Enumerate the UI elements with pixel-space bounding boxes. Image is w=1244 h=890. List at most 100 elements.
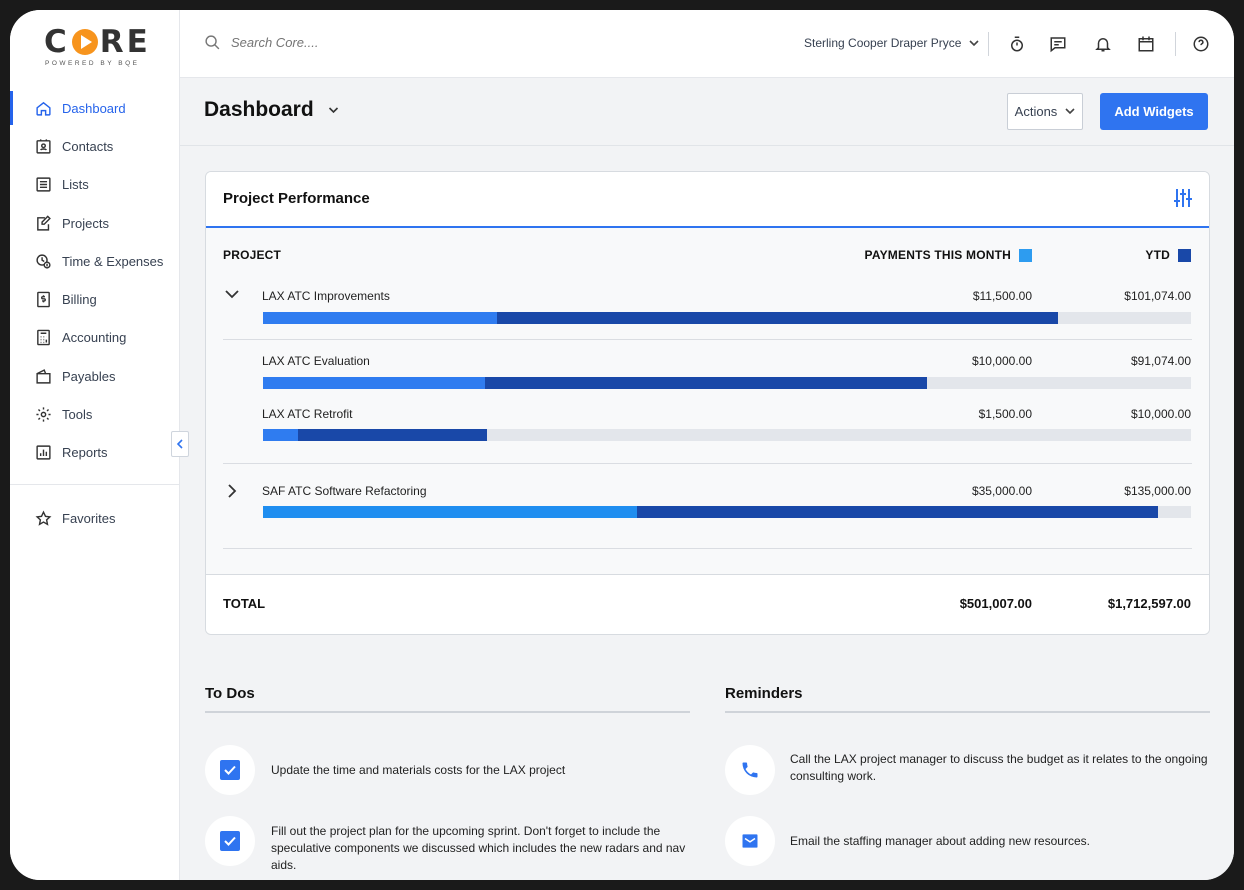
- project-performance-widget: Project Performance PROJECT PAYMENTS THI…: [205, 171, 1210, 635]
- clock-dollar-icon: [34, 252, 52, 270]
- total-payments: $501,007.00: [959, 596, 1032, 611]
- project-payments: $35,000.00: [971, 484, 1032, 498]
- ytd-legend-swatch: [1178, 248, 1191, 262]
- widget-header: Project Performance: [206, 172, 1209, 228]
- total-label: TOTAL: [223, 596, 266, 611]
- project-name[interactable]: LAX ATC Retrofit: [262, 407, 352, 421]
- divider: [988, 32, 989, 56]
- sidebar-item-reports[interactable]: Reports: [10, 434, 180, 472]
- calendar-icon[interactable]: [1136, 34, 1156, 54]
- total-ytd: $1,712,597.00: [1107, 596, 1191, 611]
- todo-checkbox[interactable]: [205, 816, 255, 866]
- project-ytd: $91,074.00: [1130, 354, 1191, 368]
- project-progress-bar: [263, 429, 1191, 441]
- project-name[interactable]: LAX ATC Improvements: [262, 289, 390, 303]
- filter-settings-icon[interactable]: [1173, 187, 1193, 214]
- column-header-project: PROJECT: [223, 248, 282, 262]
- main-content: Dashboard Actions Add Widgets Project Pe…: [180, 78, 1234, 880]
- todos-divider: [205, 711, 690, 713]
- sidebar-item-label: Lists: [62, 177, 89, 193]
- bar-chart-icon: [34, 444, 52, 462]
- sidebar-item-tools[interactable]: Tools: [10, 395, 180, 433]
- sidebar-item-favorites[interactable]: Favorites: [10, 499, 180, 537]
- payments-header-label: PAYMENTS THIS MONTH: [864, 248, 1011, 262]
- edit-document-icon: [34, 214, 52, 232]
- sidebar-item-billing[interactable]: Billing: [10, 280, 180, 318]
- sidebar-divider: [10, 483, 180, 485]
- payments-bar-fill: [263, 312, 497, 324]
- core-logo[interactable]: C RE POWERED BY BQE: [44, 26, 154, 70]
- reminders-title: Reminders: [725, 685, 803, 702]
- sidebar-item-label: Dashboard: [62, 100, 126, 116]
- actions-dropdown[interactable]: Actions: [1007, 93, 1083, 130]
- bell-icon[interactable]: [1093, 34, 1113, 54]
- todos-title: To Dos: [205, 685, 255, 702]
- divider: [1175, 32, 1176, 56]
- todo-text: Update the time and materials costs for …: [271, 763, 566, 777]
- sidebar-item-lists[interactable]: Lists: [10, 166, 180, 204]
- sidebar-nav: Dashboard Contacts Lists Projects Time &…: [10, 89, 180, 537]
- sidebar-item-projects[interactable]: Projects: [10, 204, 180, 242]
- project-name[interactable]: SAF ATC Software Refactoring: [262, 484, 427, 498]
- project-name[interactable]: LAX ATC Evaluation: [262, 354, 370, 368]
- billing-icon: [34, 291, 52, 309]
- todo-checkbox[interactable]: [205, 745, 255, 795]
- phone-icon: [725, 745, 775, 795]
- search-box[interactable]: [204, 34, 431, 51]
- sidebar-item-label: Time & Expenses: [62, 253, 164, 269]
- project-ytd: $135,000.00: [1124, 484, 1191, 498]
- top-bar: Sterling Cooper Draper Pryce: [180, 10, 1234, 78]
- sidebar-item-label: Contacts: [62, 138, 114, 154]
- chevron-right-icon[interactable]: [228, 484, 237, 498]
- checkbox-checked-icon: [220, 760, 240, 780]
- sidebar-item-contacts[interactable]: Contacts: [10, 127, 180, 165]
- add-widgets-button[interactable]: Add Widgets: [1100, 93, 1208, 130]
- search-input[interactable]: [231, 35, 431, 50]
- column-header-ytd: YTD: [1145, 248, 1191, 262]
- sidebar-item-label: Billing: [62, 292, 97, 308]
- mail-icon: [725, 816, 775, 866]
- calculator-icon: [34, 329, 52, 347]
- sidebar-item-label: Favorites: [62, 510, 116, 526]
- chevron-down-icon[interactable]: [225, 290, 239, 299]
- reminder-text: Email the staffing manager about adding …: [790, 834, 1090, 848]
- sidebar: C RE POWERED BY BQE Dashboard Contacts Li…: [10, 10, 180, 880]
- row-divider: [223, 548, 1192, 549]
- page-header: Dashboard Actions Add Widgets: [180, 78, 1234, 146]
- project-payments: $10,000.00: [971, 354, 1032, 368]
- chevron-down-icon: [1065, 108, 1075, 115]
- project-progress-bar: [263, 377, 1191, 389]
- sidebar-item-payables[interactable]: Payables: [10, 357, 180, 395]
- payments-bar-fill: [263, 429, 299, 441]
- project-payments: $1,500.00: [978, 407, 1032, 421]
- stopwatch-icon[interactable]: [1007, 34, 1027, 54]
- checkbox-checked-icon: [220, 831, 240, 851]
- todo-text: Fill out the project plan for the upcomi…: [271, 824, 686, 872]
- list-icon: [34, 176, 52, 194]
- collapse-sidebar-button[interactable]: [171, 431, 189, 457]
- reminders-divider: [725, 711, 1210, 713]
- sidebar-item-label: Accounting: [62, 330, 127, 346]
- row-divider: [223, 339, 1192, 340]
- sidebar-item-label: Payables: [62, 368, 116, 384]
- sidebar-item-label: Projects: [62, 215, 109, 231]
- search-icon: [205, 35, 220, 50]
- project-payments: $11,500.00: [972, 289, 1032, 303]
- contact-card-icon: [34, 137, 52, 155]
- company-name: Sterling Cooper Draper Pryce: [804, 36, 962, 50]
- ytd-header-label: YTD: [1145, 248, 1170, 262]
- sidebar-item-time-expenses[interactable]: Time & Expenses: [10, 242, 180, 280]
- project-ytd: $101,074.00: [1124, 289, 1191, 303]
- payments-bar-fill: [263, 506, 637, 518]
- help-icon[interactable]: [1191, 34, 1211, 54]
- sidebar-item-label: Tools: [62, 407, 93, 423]
- message-icon[interactable]: [1048, 34, 1068, 54]
- sidebar-item-accounting[interactable]: Accounting: [10, 319, 180, 357]
- page-title: Dashboard: [204, 98, 314, 121]
- company-selector[interactable]: Sterling Cooper Draper Pryce: [804, 36, 979, 50]
- dashboard-selector[interactable]: Dashboard: [204, 98, 339, 122]
- row-divider: [223, 463, 1192, 464]
- sidebar-item-dashboard[interactable]: Dashboard: [10, 89, 180, 127]
- project-ytd: $10,000.00: [1130, 407, 1191, 421]
- reminder-text: Call the LAX project manager to discuss …: [790, 752, 1208, 783]
